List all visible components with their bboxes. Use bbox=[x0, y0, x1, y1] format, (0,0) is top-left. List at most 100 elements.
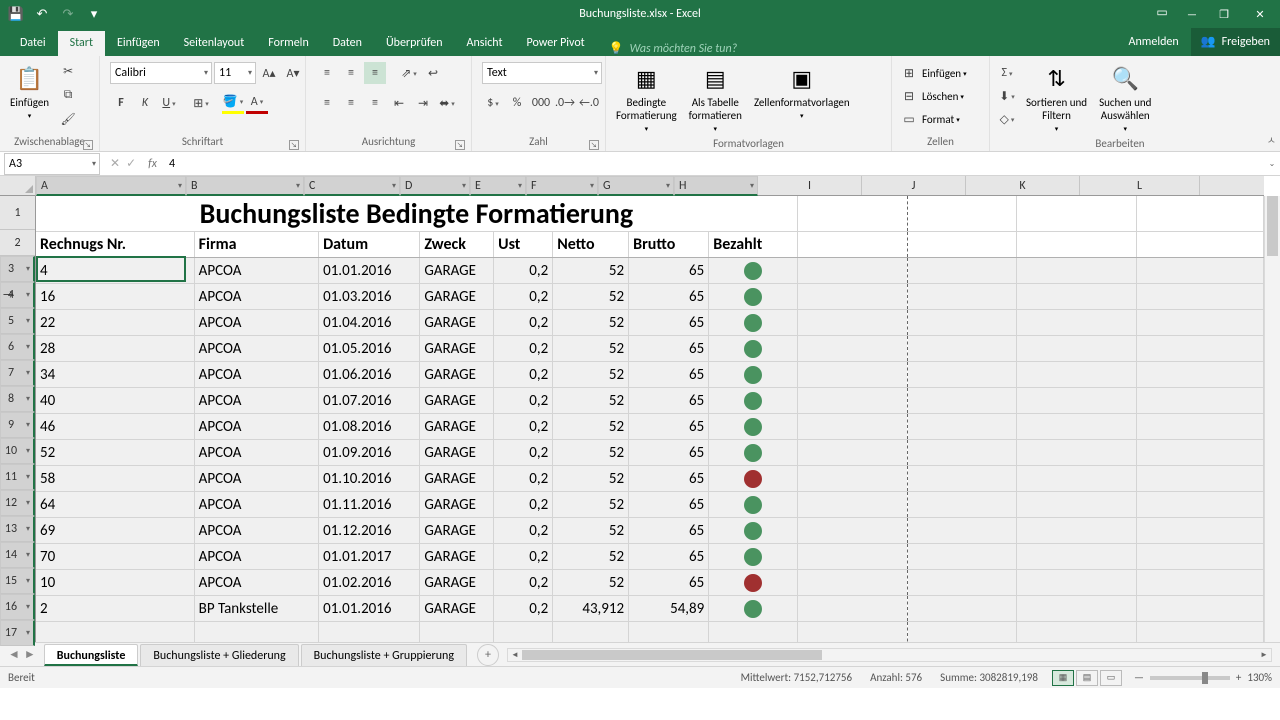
row-headers[interactable]: 123→4567891011121314151617 bbox=[0, 196, 36, 642]
column-header-A[interactable]: A bbox=[36, 176, 186, 196]
data-cell[interactable]: 52 bbox=[553, 544, 629, 570]
cell[interactable] bbox=[797, 518, 907, 544]
data-cell[interactable]: 65 bbox=[629, 492, 709, 518]
borders-button[interactable]: ⊞ bbox=[190, 92, 212, 114]
data-cell[interactable]: APCOA bbox=[194, 466, 318, 492]
format-as-table[interactable]: ▤Als Tabelle formatieren▾ bbox=[683, 58, 748, 137]
cell[interactable] bbox=[319, 622, 420, 643]
maximize-button[interactable]: ❐ bbox=[1208, 0, 1240, 28]
cell[interactable] bbox=[797, 196, 907, 232]
insert-cells[interactable]: ⊞Einfügen▾ bbox=[898, 62, 967, 84]
grow-font[interactable]: A▴ bbox=[258, 62, 280, 84]
fx-icon[interactable]: fx bbox=[142, 157, 163, 171]
percent-format[interactable]: % bbox=[506, 92, 528, 114]
cell[interactable] bbox=[907, 258, 1017, 284]
data-cell[interactable]: 0,2 bbox=[494, 336, 553, 362]
cell[interactable] bbox=[797, 466, 907, 492]
cell[interactable] bbox=[797, 310, 907, 336]
view-normal[interactable]: ▦ bbox=[1052, 670, 1074, 686]
number-dialog[interactable]: ↘ bbox=[589, 140, 599, 150]
clear[interactable]: ◇ bbox=[996, 108, 1018, 130]
font-dialog[interactable]: ↘ bbox=[289, 140, 299, 150]
data-cell[interactable]: GARAGE bbox=[420, 518, 494, 544]
data-cell[interactable]: 65 bbox=[629, 440, 709, 466]
data-cell[interactable]: 52 bbox=[553, 440, 629, 466]
cell[interactable] bbox=[1137, 232, 1264, 258]
decrease-decimal[interactable]: ←.0 bbox=[578, 92, 600, 114]
data-cell[interactable]: 52 bbox=[553, 466, 629, 492]
wrap-text[interactable]: ↩ bbox=[422, 62, 444, 84]
format-painter[interactable]: 🖌 bbox=[57, 108, 79, 130]
header-cell[interactable]: Bezahlt bbox=[709, 232, 798, 258]
tab-formeln[interactable]: Formeln bbox=[256, 31, 320, 56]
column-header-J[interactable]: J bbox=[862, 176, 966, 195]
cell[interactable] bbox=[907, 622, 1017, 643]
data-cell[interactable]: APCOA bbox=[194, 414, 318, 440]
data-cell[interactable]: 0,2 bbox=[494, 466, 553, 492]
data-cell[interactable]: 0,2 bbox=[494, 258, 553, 284]
cell[interactable] bbox=[797, 622, 907, 643]
data-cell[interactable]: 0,2 bbox=[494, 310, 553, 336]
status-cell[interactable] bbox=[709, 570, 798, 596]
status-cell[interactable] bbox=[709, 336, 798, 362]
sign-in[interactable]: Anmelden bbox=[1117, 28, 1191, 56]
data-cell[interactable]: 0,2 bbox=[494, 388, 553, 414]
fill[interactable]: ⬇ bbox=[996, 85, 1018, 107]
row-header-2[interactable]: 2 bbox=[0, 230, 35, 256]
close-button[interactable]: ✕ bbox=[1240, 0, 1280, 28]
data-cell[interactable]: 0,2 bbox=[494, 596, 553, 622]
data-cell[interactable]: 28 bbox=[36, 336, 194, 362]
data-cell[interactable]: GARAGE bbox=[420, 544, 494, 570]
number-format-select[interactable]: Text bbox=[482, 62, 602, 84]
data-cell[interactable]: 52 bbox=[553, 492, 629, 518]
column-header-F[interactable]: F bbox=[526, 176, 598, 196]
data-cell[interactable]: GARAGE bbox=[420, 492, 494, 518]
data-cell[interactable]: GARAGE bbox=[420, 336, 494, 362]
header-cell[interactable]: Netto bbox=[553, 232, 629, 258]
header-cell[interactable]: Zweck bbox=[420, 232, 494, 258]
data-cell[interactable]: 52 bbox=[553, 310, 629, 336]
data-cell[interactable]: 01.09.2016 bbox=[319, 440, 420, 466]
data-cell[interactable]: APCOA bbox=[194, 388, 318, 414]
data-cell[interactable]: 0,2 bbox=[494, 492, 553, 518]
tab-einfuegen[interactable]: Einfügen bbox=[105, 31, 172, 56]
font-name-select[interactable]: Calibri bbox=[110, 62, 212, 84]
cell[interactable] bbox=[1017, 362, 1137, 388]
title-cell[interactable]: Buchungsliste Bedingte Formatierung bbox=[36, 196, 797, 232]
tab-ueberpruefen[interactable]: Überprüfen bbox=[374, 31, 455, 56]
data-cell[interactable]: APCOA bbox=[194, 258, 318, 284]
data-cell[interactable]: APCOA bbox=[194, 284, 318, 310]
cell[interactable] bbox=[1017, 414, 1137, 440]
comma-format[interactable]: 000 bbox=[530, 92, 552, 114]
increase-decimal[interactable]: .0→ bbox=[554, 92, 576, 114]
data-cell[interactable]: 0,2 bbox=[494, 284, 553, 310]
cell[interactable] bbox=[1017, 596, 1137, 622]
decrease-indent[interactable]: ⇤ bbox=[388, 92, 410, 114]
cell[interactable] bbox=[1137, 196, 1264, 232]
zoom-in[interactable]: + bbox=[1236, 671, 1241, 684]
cell[interactable] bbox=[553, 622, 629, 643]
cell[interactable] bbox=[907, 388, 1017, 414]
merge-center[interactable]: ⬌ bbox=[436, 92, 458, 114]
cell[interactable] bbox=[1137, 284, 1264, 310]
collapse-ribbon[interactable]: ㅅ bbox=[1267, 132, 1276, 147]
sort-filter[interactable]: ⇅Sortieren und Filtern▾ bbox=[1020, 58, 1093, 137]
cell[interactable] bbox=[907, 232, 1017, 258]
column-header-D[interactable]: D bbox=[400, 176, 470, 196]
data-cell[interactable]: 65 bbox=[629, 518, 709, 544]
data-cell[interactable]: APCOA bbox=[194, 518, 318, 544]
data-cell[interactable]: 52 bbox=[553, 258, 629, 284]
data-cell[interactable]: 52 bbox=[553, 570, 629, 596]
data-cell[interactable]: APCOA bbox=[194, 336, 318, 362]
horizontal-scrollbar[interactable]: ◄ ► bbox=[507, 648, 1272, 662]
data-cell[interactable]: 01.07.2016 bbox=[319, 388, 420, 414]
column-header-C[interactable]: C bbox=[304, 176, 400, 196]
data-cell[interactable]: 01.06.2016 bbox=[319, 362, 420, 388]
cell[interactable] bbox=[797, 596, 907, 622]
orientation[interactable]: ⇗ bbox=[398, 62, 420, 84]
status-cell[interactable] bbox=[709, 440, 798, 466]
header-cell[interactable]: Firma bbox=[194, 232, 318, 258]
data-cell[interactable]: GARAGE bbox=[420, 570, 494, 596]
copy-button[interactable]: ⧉ bbox=[57, 84, 79, 106]
row-header-14[interactable]: 14 bbox=[0, 542, 35, 568]
